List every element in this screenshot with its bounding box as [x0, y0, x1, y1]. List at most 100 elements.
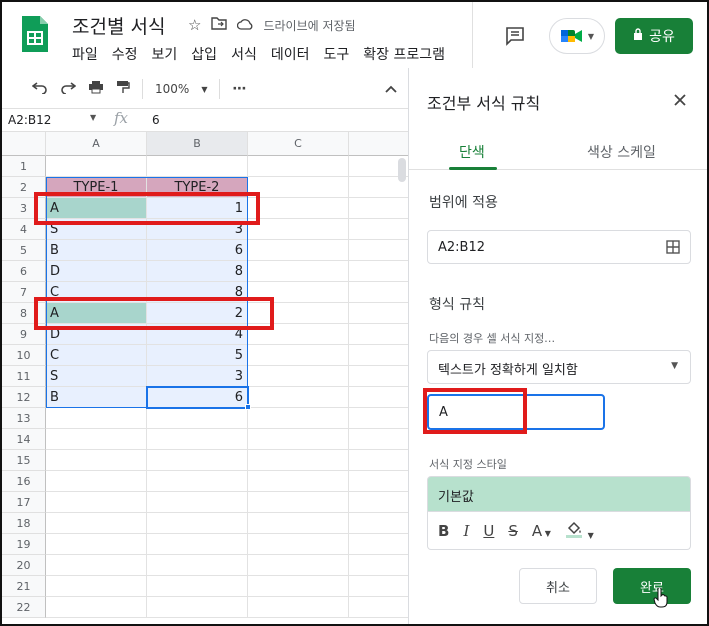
menu-view[interactable]: 보기 — [152, 44, 178, 64]
table-cell[interactable] — [248, 534, 349, 555]
row-header[interactable]: 1 — [2, 156, 46, 177]
cloud-saved-icon[interactable] — [237, 16, 253, 34]
table-cell[interactable] — [147, 156, 248, 177]
table-cell[interactable]: 3 — [147, 366, 248, 387]
table-cell[interactable] — [349, 366, 408, 387]
table-cell[interactable] — [248, 492, 349, 513]
table-cell[interactable]: 6 — [147, 240, 248, 261]
table-cell[interactable] — [46, 513, 147, 534]
table-cell[interactable]: D — [46, 261, 147, 282]
table-cell[interactable]: C — [46, 345, 147, 366]
active-cell[interactable] — [146, 386, 249, 409]
row-header[interactable]: 16 — [2, 471, 46, 492]
table-cell[interactable]: 8 — [147, 261, 248, 282]
table-cell[interactable] — [349, 282, 408, 303]
table-cell[interactable] — [248, 366, 349, 387]
table-cell[interactable] — [248, 198, 349, 219]
table-cell[interactable] — [147, 408, 248, 429]
table-cell[interactable] — [248, 219, 349, 240]
column-header-d[interactable] — [349, 132, 408, 156]
row-header[interactable]: 12 — [2, 387, 46, 408]
table-cell[interactable] — [147, 555, 248, 576]
table-cell[interactable] — [248, 156, 349, 177]
row-header[interactable]: 5 — [2, 240, 46, 261]
text-color-button[interactable]: A ▼ — [532, 522, 551, 540]
table-cell[interactable] — [248, 345, 349, 366]
table-cell[interactable] — [147, 471, 248, 492]
menu-file[interactable]: 파일 — [72, 44, 98, 64]
table-cell[interactable] — [349, 534, 408, 555]
cancel-button[interactable]: 취소 — [519, 568, 597, 604]
undo-icon[interactable] — [31, 80, 48, 98]
row-header[interactable]: 18 — [2, 513, 46, 534]
table-cell[interactable] — [349, 597, 408, 618]
row-header[interactable]: 11 — [2, 366, 46, 387]
vertical-scrollbar[interactable] — [398, 158, 406, 182]
row-header[interactable]: 14 — [2, 429, 46, 450]
table-cell[interactable] — [46, 471, 147, 492]
table-cell[interactable] — [349, 345, 408, 366]
column-header-c[interactable]: C — [248, 132, 349, 156]
menu-insert[interactable]: 삽입 — [191, 44, 217, 64]
column-header-b[interactable]: B — [147, 132, 248, 156]
table-cell[interactable] — [349, 198, 408, 219]
table-cell[interactable] — [349, 303, 408, 324]
table-cell[interactable] — [46, 156, 147, 177]
table-cell[interactable] — [349, 261, 408, 282]
table-cell[interactable] — [349, 576, 408, 597]
table-cell[interactable] — [248, 597, 349, 618]
paint-format-icon[interactable] — [116, 80, 130, 98]
table-cell[interactable] — [147, 513, 248, 534]
comment-history-icon[interactable] — [503, 24, 527, 48]
formula-input[interactable]: 6 — [152, 113, 160, 127]
table-cell[interactable] — [349, 471, 408, 492]
column-header-a[interactable]: A — [46, 132, 147, 156]
zoom-select[interactable]: 100% ▼ — [155, 82, 207, 96]
table-cell[interactable] — [248, 387, 349, 408]
select-all-corner[interactable] — [2, 132, 46, 156]
table-cell[interactable] — [349, 408, 408, 429]
menu-format[interactable]: 서식 — [231, 44, 257, 64]
tab-color-scale[interactable]: 색상 스케일 — [587, 142, 656, 162]
row-header[interactable]: 13 — [2, 408, 46, 429]
table-cell[interactable] — [248, 261, 349, 282]
table-cell[interactable] — [248, 555, 349, 576]
condition-select[interactable]: 텍스트가 정확하게 일치함 ▼ — [427, 350, 691, 384]
done-button[interactable]: 완료 — [613, 568, 691, 604]
document-title[interactable]: 조건별 서식 — [72, 12, 165, 39]
sheet-grid[interactable]: A B C 1 2 TYPE-1 TYPE-2 3 A 1 4 S 3 5 B 6 6 D 8 7 C 8 8 A 2 9 D… — [2, 132, 408, 624]
redo-icon[interactable] — [60, 80, 77, 98]
table-cell[interactable] — [349, 492, 408, 513]
table-cell[interactable] — [349, 555, 408, 576]
table-cell[interactable] — [349, 429, 408, 450]
table-cell[interactable] — [46, 429, 147, 450]
table-cell[interactable] — [349, 324, 408, 345]
fill-handle[interactable] — [245, 404, 251, 410]
table-cell[interactable] — [349, 387, 408, 408]
table-cell[interactable] — [147, 429, 248, 450]
range-input[interactable]: A2:B12 — [427, 230, 691, 264]
table-cell[interactable] — [46, 450, 147, 471]
table-cell[interactable]: 5 — [147, 345, 248, 366]
move-folder-icon[interactable] — [211, 16, 228, 34]
share-button[interactable]: 공유 — [615, 18, 693, 54]
table-cell[interactable] — [349, 219, 408, 240]
fill-color-button[interactable]: ▼ — [565, 520, 594, 542]
table-cell[interactable] — [46, 576, 147, 597]
table-cell[interactable] — [349, 450, 408, 471]
table-cell[interactable] — [46, 597, 147, 618]
table-cell[interactable] — [147, 492, 248, 513]
collapse-menu-icon[interactable] — [384, 82, 398, 98]
table-cell[interactable] — [248, 576, 349, 597]
tab-single-color[interactable]: 단색 — [459, 142, 485, 162]
table-cell[interactable] — [147, 576, 248, 597]
table-cell[interactable] — [46, 408, 147, 429]
table-cell[interactable] — [46, 555, 147, 576]
strikethrough-button[interactable]: S — [508, 522, 518, 540]
meet-button[interactable]: ▼ — [549, 18, 605, 54]
table-cell[interactable] — [248, 429, 349, 450]
star-icon[interactable]: ☆ — [188, 16, 201, 34]
menu-tools[interactable]: 도구 — [323, 44, 349, 64]
row-header[interactable]: 22 — [2, 597, 46, 618]
menu-edit[interactable]: 수정 — [112, 44, 138, 64]
